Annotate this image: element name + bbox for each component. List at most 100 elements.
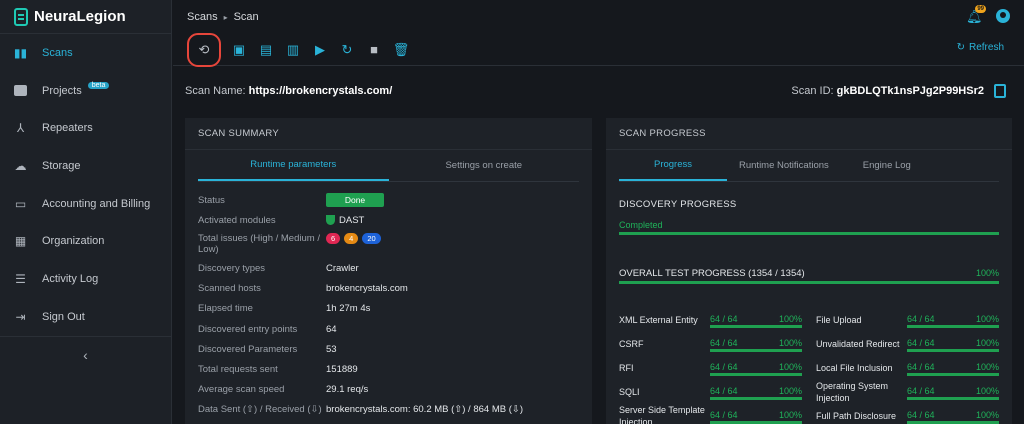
row-value: 53 — [326, 343, 337, 355]
scan-name: Scan Name: https://brokencrystals.com/ — [185, 85, 392, 97]
row-label: Total issues (High / Medium / Low) — [198, 233, 320, 256]
scan-progress-panel: SCAN PROGRESS Progress Runtime Notificat… — [606, 118, 1012, 424]
trash-icon: 🗑︎ — [392, 41, 410, 57]
test-percent: 100% — [778, 362, 802, 372]
refresh-arrow-icon: ↻ — [341, 41, 353, 57]
low-issues-badge[interactable]: 20 — [362, 233, 381, 245]
notification-count-badge: 99 — [975, 5, 986, 13]
delete-button[interactable]: 🗑︎ — [392, 41, 410, 58]
test-name: File Upload — [816, 315, 862, 325]
breadcrumb-scan: Scan — [233, 11, 259, 23]
sidebar-item-label: Sign Out — [42, 310, 85, 323]
beta-badge: beta — [87, 82, 110, 90]
pdf-report-button[interactable]: ▣ — [231, 42, 247, 58]
overall-progress-percent: 100% — [975, 268, 999, 278]
row-value: Crawler — [326, 262, 359, 274]
test-percent: 100% — [975, 386, 999, 396]
sidebar-item-label: Scans — [42, 46, 73, 59]
sidebar-item-label: Organization — [42, 235, 105, 248]
test-name: CSRF — [619, 339, 644, 349]
tab-runtime-notifications[interactable]: Runtime Notifications — [727, 150, 841, 181]
medium-issues-badge[interactable]: 4 — [344, 233, 359, 245]
summary-row: Discovered entry points 64 — [185, 319, 592, 339]
test-name: Unvalidated Redirect — [816, 339, 900, 349]
tab-settings-on-create[interactable]: Settings on create — [389, 150, 580, 181]
row-label: Discovered entry points — [198, 323, 298, 335]
retest-button[interactable]: ↻ — [339, 42, 355, 58]
credit-card-icon: ▭ — [14, 196, 27, 211]
test-percent: 100% — [778, 410, 802, 420]
list-icon: ☰ — [15, 271, 26, 286]
summary-row-issues: Total issues (High / Medium / Low) 6 4 2… — [185, 230, 592, 258]
scan-toolbar: ⟲ ▣ ▤ ▥ ▶ ↻ ■ 🗑︎ ↻ Refresh — [173, 32, 1024, 67]
refresh-icon: ↻ — [956, 42, 965, 53]
test-progress-bar: 64 / 64 100% — [710, 338, 802, 352]
test-percent: 100% — [778, 314, 802, 324]
sidebar-item-storage[interactable]: ☁ Storage — [0, 147, 171, 185]
sidebar-item-repeaters[interactable]: ⅄ Repeaters — [0, 109, 171, 147]
refresh-label: Refresh — [968, 42, 1004, 53]
row-value: DAST — [339, 214, 365, 226]
sidebar-item-scans[interactable]: ▮▮ Scans — [0, 34, 171, 72]
test-progress-item: CSRF 64 / 64 100% — [619, 332, 802, 356]
overall-progress-title: OVERALL TEST PROGRESS (1354 / 1354) — [619, 268, 805, 279]
refresh-button[interactable]: ↻ Refresh — [957, 42, 1004, 53]
test-progress-item: Server Side Template Injection 64 / 64 100… — [619, 404, 802, 424]
test-progress-item: XML External Entity 64 / 64 100% — [619, 308, 802, 332]
test-name: Local File Inclusion — [816, 363, 893, 373]
document-button[interactable]: ▤ — [258, 42, 274, 58]
row-label: Average scan speed — [198, 384, 285, 396]
sidebar-item-accounting[interactable]: ▭ Accounting and Billing — [0, 185, 171, 223]
row-label: Total requests sent — [198, 363, 278, 375]
summary-row: Total requests sent 151889 — [185, 359, 592, 379]
test-progress-bar: 64 / 64 100% — [907, 362, 999, 376]
test-name: Server Side Template Injection — [619, 405, 705, 424]
sign-out-icon: ⇥ — [15, 309, 26, 324]
tab-runtime-parameters[interactable]: Runtime parameters — [198, 150, 389, 181]
sidebar-item-sign-out[interactable]: ⇥ Sign Out — [0, 298, 171, 336]
history-icon: ⟲ — [198, 41, 210, 57]
list-report-button[interactable]: ▥ — [285, 42, 301, 58]
row-value: brokencrystals.com — [326, 283, 408, 295]
test-count: 64 / 64 — [907, 314, 935, 324]
pdf-icon: ▣ — [232, 41, 246, 57]
history-button[interactable]: ⟲ — [187, 32, 221, 67]
test-progress-item: Local File Inclusion 64 / 64 100% — [816, 356, 999, 380]
high-issues-badge[interactable]: 6 — [326, 233, 341, 245]
copy-icon[interactable] — [994, 84, 1006, 98]
test-progress-item: RFI 64 / 64 100% — [619, 356, 802, 380]
sidebar-item-projects[interactable]: Projects beta — [0, 72, 171, 110]
cloud-icon: ☁ — [14, 158, 27, 173]
network-icon: ⅄ — [16, 121, 25, 136]
notifications-button[interactable]: 🔔︎ 99 — [966, 5, 986, 24]
summary-row: Discovered Parameters 53 — [185, 339, 592, 359]
scan-id-label: Scan ID: — [791, 85, 834, 97]
summary-row: Data Sent (⇧) / Received (⇩) brokencrysta… — [185, 400, 592, 420]
logo[interactable]: NeuraLegion — [0, 0, 171, 34]
scan-name-label: Scan Name: — [185, 85, 246, 97]
sidebar-item-organization[interactable]: ▦ Organization — [0, 222, 171, 260]
test-name: Operating System Injection — [816, 381, 889, 403]
scan-summary-panel: SCAN SUMMARY Runtime parameters Settings… — [185, 118, 592, 424]
test-count: 64 / 64 — [907, 386, 935, 396]
row-value: brokencrystals.com: 60.2 MB (⇧) / 864 MB… — [326, 404, 523, 416]
breadcrumb-scans[interactable]: Scans — [187, 11, 218, 23]
test-name: SQLI — [619, 387, 640, 397]
run-button[interactable]: ▶ — [312, 42, 328, 58]
test-progress-bar: 64 / 64 100% — [907, 410, 999, 424]
test-progress-bar: 64 / 64 100% — [710, 362, 802, 376]
row-value: 151889 — [326, 363, 358, 375]
sidebar-item-activity-log[interactable]: ☰ Activity Log — [0, 260, 171, 298]
row-label: Elapsed time — [198, 303, 253, 315]
row-value: 1h 27m 4s — [326, 303, 371, 315]
tab-engine-log[interactable]: Engine Log — [841, 150, 923, 181]
tab-progress[interactable]: Progress — [619, 150, 727, 181]
user-account-icon[interactable] — [996, 9, 1010, 23]
list-doc-icon: ▥ — [286, 41, 300, 57]
collapse-sidebar-button[interactable]: ‹ — [0, 336, 171, 372]
stop-button[interactable]: ■ — [366, 42, 382, 58]
chevron-left-icon: ‹ — [83, 346, 88, 363]
status-badge: Done — [326, 193, 384, 208]
test-progress-bar: 64 / 64 100% — [907, 314, 999, 328]
summary-row: Scanned hosts brokencrystals.com — [185, 279, 592, 299]
